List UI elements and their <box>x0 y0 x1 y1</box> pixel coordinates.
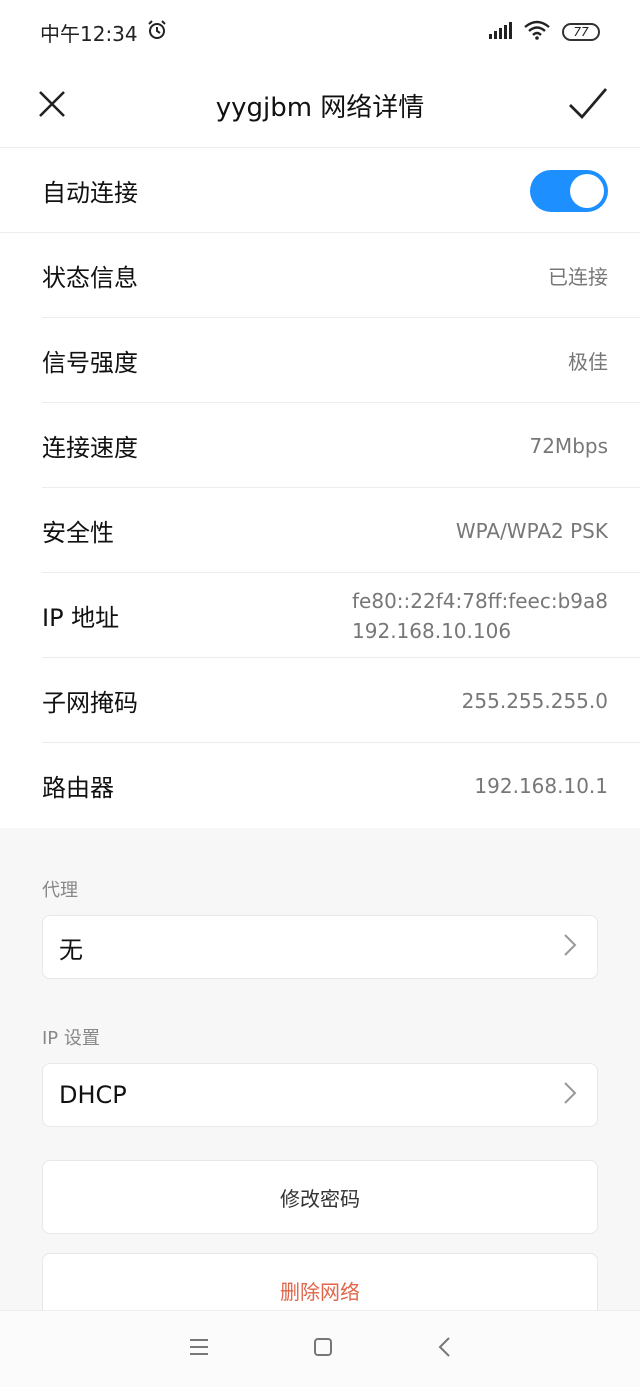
security-label: 安全性 <box>42 519 114 547</box>
battery-indicator: 77 <box>562 23 600 41</box>
chevron-right-icon <box>563 1081 577 1109</box>
signal-label: 信号强度 <box>42 349 138 377</box>
status-value: 已连接 <box>548 265 608 289</box>
network-details-list: 自动连接 状态信息 已连接 信号强度 极佳 连接速度 72Mbps 安全性 WP… <box>0 148 640 828</box>
back-icon[interactable] <box>437 1336 451 1362</box>
confirm-button[interactable] <box>566 84 610 128</box>
ip-settings-value: DHCP <box>59 1081 127 1109</box>
router-label: 路由器 <box>42 774 114 802</box>
ip-address-ipv6: fe80::22f4:78ff:feec:b9a8 <box>352 588 608 613</box>
speed-label: 连接速度 <box>42 434 138 462</box>
subnet-mask-value: 255.255.255.0 <box>461 688 608 713</box>
status-label: 状态信息 <box>42 264 138 292</box>
checkmark-icon <box>568 87 608 125</box>
ip-settings-section-label: IP 设置 <box>42 1028 100 1049</box>
router-value: 192.168.10.1 <box>474 773 608 798</box>
subnet-mask-label: 子网掩码 <box>42 689 138 717</box>
auto-connect-label: 自动连接 <box>42 179 138 207</box>
speed-value: 72Mbps <box>529 433 608 458</box>
change-password-button[interactable]: 修改密码 <box>42 1160 598 1234</box>
signal-value: 极佳 <box>568 350 608 374</box>
ip-address-label: IP 地址 <box>42 604 120 632</box>
row-status: 状态信息 已连接 <box>0 233 640 318</box>
header: yygjbm 网络详情 <box>0 64 640 148</box>
row-signal: 信号强度 极佳 <box>0 318 640 403</box>
row-subnet-mask: 子网掩码 255.255.255.0 <box>0 658 640 743</box>
row-router: 路由器 192.168.10.1 <box>0 743 640 828</box>
home-icon[interactable] <box>313 1337 333 1361</box>
row-ip-address: IP 地址 fe80::22f4:78ff:feec:b9a8 192.168.… <box>0 573 640 658</box>
ip-address-ipv4: 192.168.10.106 <box>352 618 512 643</box>
navigation-bar <box>0 1310 640 1387</box>
proxy-selector[interactable]: 无 <box>42 915 598 979</box>
close-icon <box>37 89 67 123</box>
row-auto-connect: 自动连接 <box>0 148 640 233</box>
close-button[interactable] <box>32 86 72 126</box>
toggle-knob <box>570 173 604 208</box>
alarm-icon <box>146 19 168 46</box>
status-right: 77 <box>488 20 600 44</box>
wifi-icon <box>524 20 550 44</box>
chevron-right-icon <box>563 933 577 961</box>
row-security: 安全性 WPA/WPA2 PSK <box>0 488 640 573</box>
proxy-section-label: 代理 <box>42 880 78 901</box>
auto-connect-toggle[interactable] <box>530 169 608 212</box>
menu-icon[interactable] <box>189 1338 209 1360</box>
status-time: 中午12:34 <box>40 21 138 46</box>
signal-icon <box>488 21 512 43</box>
ip-address-values: fe80::22f4:78ff:feec:b9a8 192.168.10.106 <box>352 586 608 646</box>
security-value: WPA/WPA2 PSK <box>455 518 608 543</box>
proxy-value: 无 <box>59 935 83 964</box>
row-speed: 连接速度 72Mbps <box>0 403 640 488</box>
status-left: 中午12:34 <box>40 18 168 47</box>
status-bar: 中午12:34 77 <box>0 0 640 64</box>
ip-settings-selector[interactable]: DHCP <box>42 1063 598 1127</box>
page-title: yygjbm 网络详情 <box>215 93 425 123</box>
